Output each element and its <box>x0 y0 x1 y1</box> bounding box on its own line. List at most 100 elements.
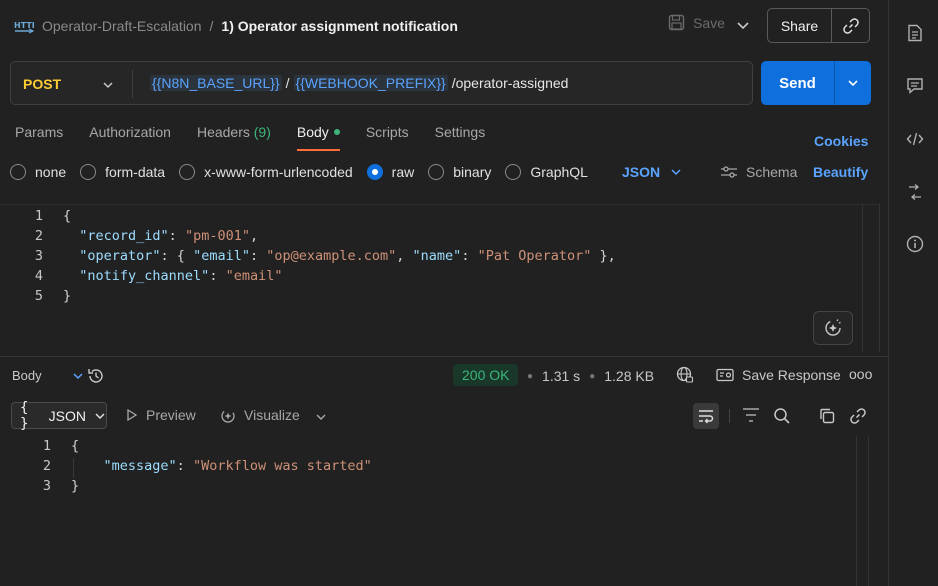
url-variable[interactable]: {{N8N_BASE_URL}} <box>150 75 282 91</box>
radio-circle[interactable] <box>179 164 196 180</box>
code-text: "message": "Workflow was started" <box>103 458 372 474</box>
http-icon: HTTP <box>14 17 34 35</box>
response-body-viewer[interactable]: 1 { 2 "message": "Workflow was started" … <box>0 436 850 586</box>
response-scrollbar[interactable] <box>856 436 869 586</box>
response-time[interactable]: 1.31 s <box>542 368 580 384</box>
editor-scrollbar[interactable] <box>862 204 880 352</box>
code-line: 2 "record_id": "pm-001", <box>0 228 258 248</box>
headers-count-badge: (9) <box>253 124 271 140</box>
url-variable[interactable]: {{WEBHOOK_PREFIX}} <box>293 75 448 91</box>
link-icon[interactable] <box>849 407 867 425</box>
language-select[interactable]: JSON <box>622 164 682 180</box>
line-number: 3 <box>34 248 43 264</box>
filter-icon[interactable] <box>742 407 760 423</box>
preview-button[interactable]: Preview <box>126 407 196 423</box>
radio-circle-selected[interactable] <box>366 164 383 180</box>
code-icon[interactable] <box>906 130 924 148</box>
visualize-icon <box>220 407 236 423</box>
code-text: "record_id": "pm-001", <box>79 228 259 244</box>
response-divider[interactable] <box>0 356 888 357</box>
json-key: "name" <box>412 248 462 264</box>
visualize-label: Visualize <box>244 407 300 423</box>
breadcrumb-parent[interactable]: Operator-Draft-Escalation <box>42 18 202 34</box>
copy-icon[interactable] <box>818 407 836 425</box>
request-title[interactable]: 1) Operator assignment notification <box>221 18 457 34</box>
cookies-link[interactable]: Cookies <box>814 133 868 149</box>
radio-raw[interactable]: raw <box>366 164 415 180</box>
tab-scripts[interactable]: Scripts <box>366 124 409 150</box>
url-input[interactable]: {{N8N_BASE_URL}} / {{WEBHOOK_PREFIX}} /o… <box>150 75 568 91</box>
chevron-down-icon[interactable] <box>101 78 115 92</box>
breadcrumb-separator: / <box>209 18 214 34</box>
radio-graphql[interactable]: GraphQL <box>505 164 588 180</box>
radio-label: binary <box>453 164 492 180</box>
tab-headers[interactable]: Headers (9) <box>197 124 271 150</box>
chevron-down-icon <box>72 370 84 382</box>
radio-circle[interactable] <box>505 164 522 180</box>
json-value: "Workflow was started" <box>192 458 372 474</box>
radio-circle[interactable] <box>80 164 97 180</box>
document-icon[interactable] <box>906 24 924 42</box>
request-tabs: Params Authorization Headers (9) Body Sc… <box>15 124 511 151</box>
link-icon <box>842 17 860 35</box>
json-key: "notify_channel" <box>79 268 210 284</box>
json-key: "message" <box>103 458 177 474</box>
language-label: JSON <box>622 164 661 180</box>
separator-dot: ● <box>527 370 534 382</box>
toolbar-divider <box>729 409 730 423</box>
tab-params[interactable]: Params <box>15 124 63 150</box>
schema-button[interactable]: Schema <box>720 164 797 180</box>
response-size[interactable]: 1.28 KB <box>604 368 654 384</box>
response-section-select[interactable]: Body <box>12 368 84 383</box>
radio-circle[interactable] <box>428 164 445 180</box>
line-number: 1 <box>34 208 43 224</box>
globe-icon[interactable] <box>676 366 694 384</box>
tab-settings[interactable]: Settings <box>435 124 486 150</box>
send-options-button[interactable] <box>835 61 871 105</box>
json-value: "op@example.com" <box>266 248 397 264</box>
visualize-button[interactable]: Visualize <box>220 407 300 423</box>
svg-text:HTTP: HTTP <box>14 21 34 30</box>
radio-urlencoded[interactable]: x-www-form-urlencoded <box>179 164 353 180</box>
tab-body[interactable]: Body <box>296 124 340 151</box>
copy-link-button[interactable] <box>832 9 869 42</box>
request-body-editor[interactable]: 1 { 2 "record_id": "pm-001", 3 "operator… <box>0 204 880 354</box>
more-options-icon[interactable]: ooo <box>849 366 872 382</box>
save-response-button[interactable]: Save Response <box>716 367 841 383</box>
response-format-select[interactable]: { } JSON <box>11 400 107 432</box>
url-divider <box>132 70 133 98</box>
code-line: 4 "notify_channel": "email" <box>0 268 283 288</box>
status-badge[interactable]: 200 OK <box>453 364 519 386</box>
code-text: } <box>63 288 72 304</box>
json-key: "record_id" <box>79 228 169 244</box>
preview-label: Preview <box>146 407 196 423</box>
chevron-down-icon[interactable] <box>314 410 328 424</box>
search-icon[interactable] <box>773 407 791 425</box>
comment-icon[interactable] <box>906 77 924 95</box>
code-line: 1 { <box>0 208 71 228</box>
beautify-button[interactable]: Beautify <box>813 164 868 180</box>
save-button[interactable]: Save <box>668 14 725 31</box>
tab-authorization[interactable]: Authorization <box>89 124 171 150</box>
code-line: 1 { <box>0 438 79 458</box>
json-value: "Pat Operator" <box>477 248 592 264</box>
chevron-down-icon <box>670 166 682 178</box>
code-text: } <box>71 478 80 494</box>
wrap-lines-button[interactable] <box>693 403 719 429</box>
method-select[interactable]: POST <box>23 76 61 92</box>
radio-label: raw <box>391 164 415 180</box>
play-icon <box>126 408 138 422</box>
share-button[interactable]: Share <box>768 9 832 42</box>
radio-label: x-www-form-urlencoded <box>204 164 353 180</box>
chevron-down-icon[interactable] <box>734 16 752 34</box>
info-icon[interactable] <box>906 235 924 253</box>
send-button[interactable]: Send <box>761 61 835 105</box>
radio-circle[interactable] <box>10 164 26 180</box>
history-icon[interactable] <box>86 366 106 386</box>
radio-binary[interactable]: binary <box>428 164 491 180</box>
radio-form-data[interactable]: form-data <box>80 164 165 180</box>
radio-label: GraphQL <box>530 164 588 180</box>
radio-none[interactable]: none <box>10 164 66 180</box>
ai-assist-button[interactable] <box>813 311 853 345</box>
transform-icon[interactable] <box>906 183 924 201</box>
